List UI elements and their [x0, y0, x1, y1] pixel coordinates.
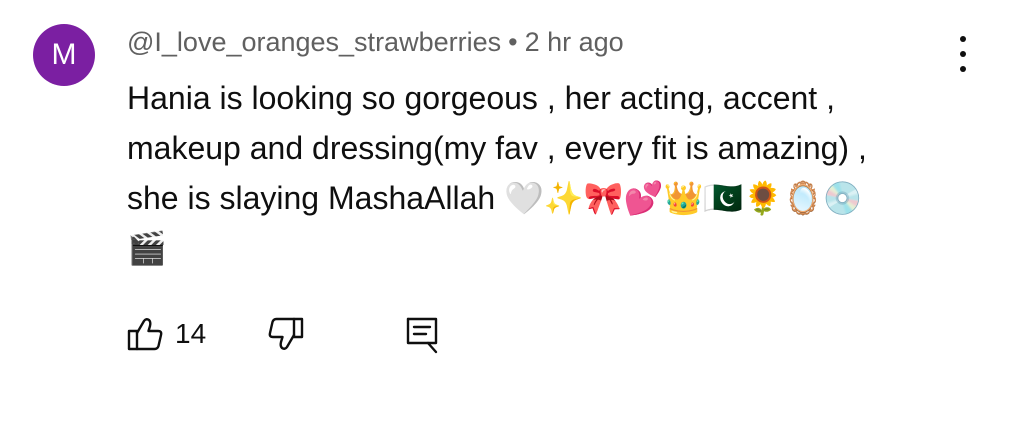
comment-text: Hania is looking so gorgeous , her actin… [127, 80, 867, 266]
menu-dot [960, 36, 966, 42]
menu-dot [960, 51, 966, 57]
avatar-letter: M [51, 38, 77, 71]
menu-dot [960, 66, 966, 72]
author-name[interactable]: @I_love_oranges_strawberries [127, 27, 501, 57]
more-vertical-icon[interactable] [948, 36, 978, 72]
comment-header: @I_love_oranges_strawberries • 2 hr ago [127, 24, 624, 60]
comment-item: M @I_love_oranges_strawberries • 2 hr ago … [0, 0, 1024, 425]
comment-timestamp: 2 hr ago [524, 27, 624, 57]
comment-actions: 14 [125, 312, 442, 356]
like-count: 14 [175, 318, 207, 349]
like-group: 14 [125, 314, 206, 354]
thumbs-down-icon[interactable] [266, 314, 306, 354]
header-separator: • [508, 27, 518, 57]
avatar[interactable]: M [33, 24, 95, 86]
thumbs-up-icon[interactable] [125, 314, 165, 354]
comment-reply-icon[interactable] [402, 314, 442, 354]
